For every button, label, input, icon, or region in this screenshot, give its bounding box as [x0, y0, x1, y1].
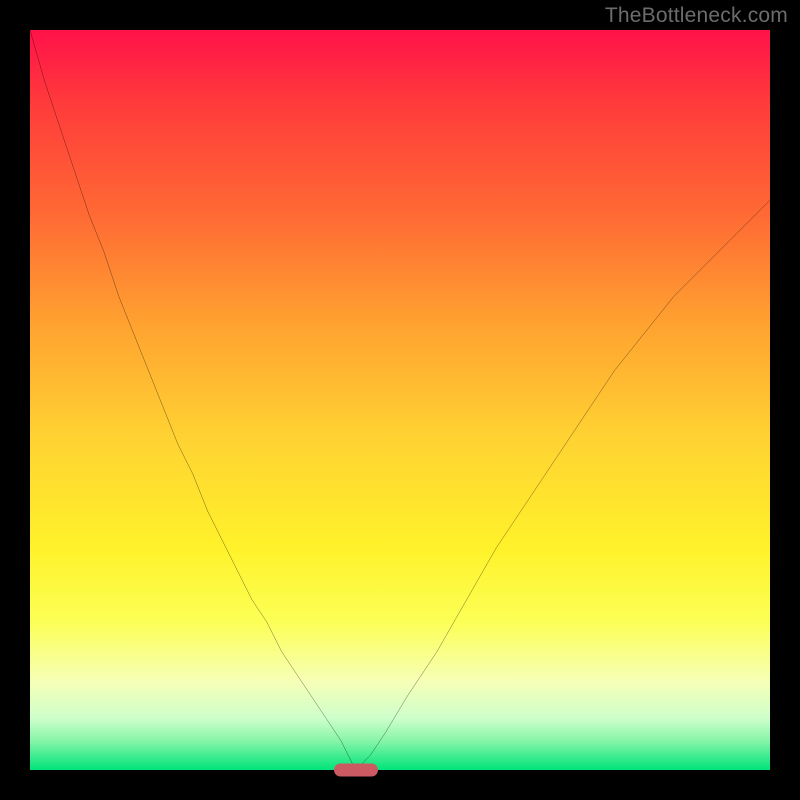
min-marker [334, 764, 378, 777]
left-curve [30, 30, 356, 770]
right-curve [356, 200, 770, 770]
watermark-text: TheBottleneck.com [605, 4, 788, 28]
curve-layer [30, 30, 770, 770]
chart-frame: TheBottleneck.com [0, 0, 800, 800]
plot-area [30, 30, 770, 770]
